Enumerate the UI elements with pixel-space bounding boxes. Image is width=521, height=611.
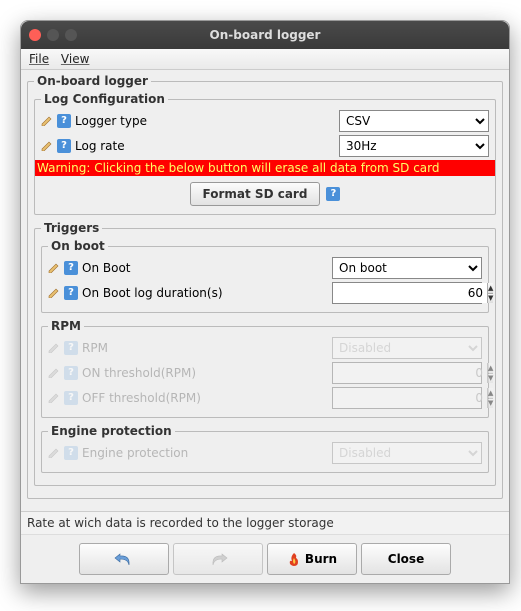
help-icon[interactable]: ?	[64, 261, 78, 275]
edit-icon	[48, 343, 62, 353]
rpm-group: RPM ? RPM Disabled	[41, 319, 489, 418]
flame-icon	[287, 552, 301, 566]
help-icon: ?	[64, 341, 78, 355]
engine-protection-label: Engine protection	[82, 446, 188, 460]
rpm-title: RPM	[48, 319, 84, 333]
titlebar: On-board logger	[21, 21, 509, 49]
onboot-duration-label: On Boot log duration(s)	[82, 286, 223, 300]
edit-icon	[48, 263, 62, 273]
engine-protection-group: Engine protection ? Engine protection Di…	[41, 424, 489, 473]
edit-icon	[48, 288, 62, 298]
log-configuration-title: Log Configuration	[41, 92, 168, 106]
menu-view[interactable]: View	[61, 52, 89, 66]
rpm-off-threshold-spinner: ▲▼	[332, 387, 482, 409]
rpm-select: Disabled	[332, 337, 482, 359]
bottom-bar: Burn Close	[21, 534, 509, 583]
spin-up-icon: ▲	[488, 388, 493, 399]
logger-type-label: Logger type	[75, 114, 147, 128]
log-configuration-group: Log Configuration ? Logger type CSV	[34, 92, 496, 215]
help-icon: ?	[64, 366, 78, 380]
logger-type-select[interactable]: CSV	[339, 110, 489, 132]
spin-up-icon: ▲	[488, 363, 493, 374]
close-label: Close	[388, 552, 424, 566]
onboard-logger-group: On-board logger Log Configuration ? Logg…	[27, 74, 503, 499]
onboot-duration-spinner[interactable]: ▲▼	[332, 282, 482, 304]
burn-button[interactable]: Burn	[267, 543, 357, 575]
triggers-group: Triggers On boot ? On Boot On boot	[34, 221, 496, 486]
edit-icon	[41, 116, 55, 126]
help-icon: ?	[64, 391, 78, 405]
window-title: On-board logger	[21, 28, 509, 42]
undo-button[interactable]	[79, 543, 169, 575]
menubar: File View	[21, 49, 509, 70]
onboot-title: On boot	[48, 239, 108, 253]
redo-icon	[208, 551, 228, 567]
help-icon[interactable]: ?	[326, 187, 340, 201]
undo-icon	[114, 551, 134, 567]
spin-up-icon[interactable]: ▲	[488, 283, 493, 294]
edit-icon	[41, 141, 55, 151]
burn-label: Burn	[305, 552, 337, 566]
edit-icon	[48, 448, 62, 458]
menu-file[interactable]: File	[29, 52, 49, 66]
engine-protection-select: Disabled	[332, 442, 482, 464]
edit-icon	[48, 368, 62, 378]
engine-protection-title: Engine protection	[48, 424, 175, 438]
spin-down-icon: ▼	[488, 399, 493, 409]
close-button[interactable]: Close	[361, 543, 451, 575]
onboot-group: On boot ? On Boot On boot	[41, 239, 489, 313]
rpm-on-threshold-label: ON threshold(RPM)	[82, 366, 196, 380]
rpm-on-threshold-input	[333, 363, 487, 383]
help-icon[interactable]: ?	[64, 286, 78, 300]
onboot-duration-input[interactable]	[333, 283, 487, 303]
onboot-label: On Boot	[82, 261, 131, 275]
onboard-logger-title: On-board logger	[34, 74, 151, 88]
format-sd-button[interactable]: Format SD card	[190, 182, 321, 206]
edit-icon	[48, 393, 62, 403]
redo-button[interactable]	[173, 543, 263, 575]
spin-down-icon: ▼	[488, 374, 493, 384]
rpm-off-threshold-input	[333, 388, 487, 408]
statusbar: Rate at wich data is recorded to the log…	[21, 511, 509, 534]
onboot-select[interactable]: On boot	[332, 257, 482, 279]
help-icon[interactable]: ?	[57, 139, 71, 153]
rpm-off-threshold-label: OFF threshold(RPM)	[82, 391, 201, 405]
rpm-on-threshold-spinner: ▲▼	[332, 362, 482, 384]
rpm-label: RPM	[82, 341, 108, 355]
warning-text: Warning: Clicking the below button will …	[35, 160, 495, 176]
log-rate-label: Log rate	[75, 139, 125, 153]
help-icon: ?	[64, 446, 78, 460]
log-rate-select[interactable]: 30Hz	[339, 135, 489, 157]
spin-down-icon[interactable]: ▼	[488, 294, 493, 304]
help-icon[interactable]: ?	[57, 114, 71, 128]
triggers-title: Triggers	[41, 221, 102, 235]
